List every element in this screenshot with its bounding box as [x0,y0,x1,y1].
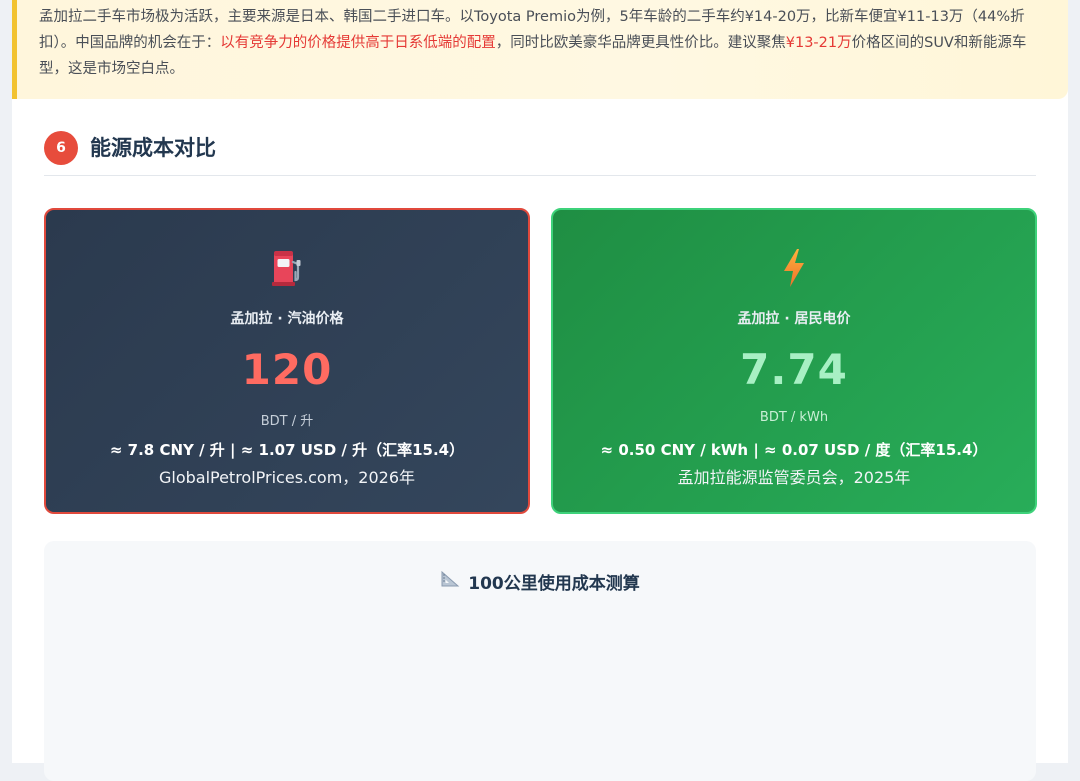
callout-text: 价格区间的SUV和新能源车 [851,35,1027,51]
callout-highlight-price: ¥13-21万 [785,35,852,51]
cost-calculation-panel: 100公里使用成本测算 [44,541,1036,781]
fuel-pump-icon [46,248,528,288]
fuel-price-unit: BDT / 升 [260,414,314,429]
callout-line-1: 孟加拉二手车市场极为活跃，主要来源是日本、韩国二手进口车。以Toyota Pre… [39,9,1025,25]
fuel-card-label: 孟加拉 · 汽油价格 [230,311,344,327]
electricity-card-label: 孟加拉 · 居民电价 [737,311,851,327]
fuel-price-source: GlobalPetrolPrices.com，2026年 [158,468,416,487]
electricity-price-unit: BDT / kWh [759,410,829,425]
section-number-badge: 6 [44,131,78,165]
report-page: 孟加拉二手车市场极为活跃，主要来源是日本、韩国二手进口车。以Toyota Pre… [12,0,1068,781]
market-insight-callout: 孟加拉二手车市场极为活跃，主要来源是日本、韩国二手进口车。以Toyota Pre… [12,0,1068,99]
calc-panel-header: 100公里使用成本测算 [44,569,1036,594]
callout-text: ，同时比欧美豪华品牌更具性价比。建议聚焦 [495,35,786,51]
section-title: 能源成本对比 [90,136,216,160]
fuel-price-card: 孟加拉 · 汽油价格 120 BDT / 升 ≈ 7.8 CNY / 升 | ≈… [44,208,530,514]
callout-line-2: 扣）。中国品牌的机会在于：以有竞争力的价格提供高于日系低端的配置，同时比欧美豪华… [39,30,1044,56]
electricity-price-value: 7.74 [740,345,848,394]
triangle-ruler-icon [440,570,460,593]
lightning-bolt-icon [553,248,1035,288]
fuel-price-value: 120 [241,345,333,394]
electricity-price-source: 孟加拉能源监管委员会，2025年 [677,468,911,487]
electricity-price-card: 孟加拉 · 居民电价 7.74 BDT / kWh ≈ 0.50 CNY / k… [551,208,1037,514]
callout-highlight: 以有竞争力的价格提供高于日系低端的配置 [220,35,496,51]
calc-panel-title: 100公里使用成本测算 [468,574,640,594]
callout-line-3: 型，这是市场空白点。 [39,61,184,77]
section-header: 6 能源成本对比 [44,130,1036,176]
electricity-price-conversion: ≈ 0.50 CNY / kWh | ≈ 0.07 USD / 度（汇率15.4… [600,441,988,459]
fuel-price-conversion: ≈ 7.8 CNY / 升 | ≈ 1.07 USD / 升（汇率15.4） [109,441,465,459]
callout-text: 扣）。中国品牌的机会在于： [39,35,221,51]
